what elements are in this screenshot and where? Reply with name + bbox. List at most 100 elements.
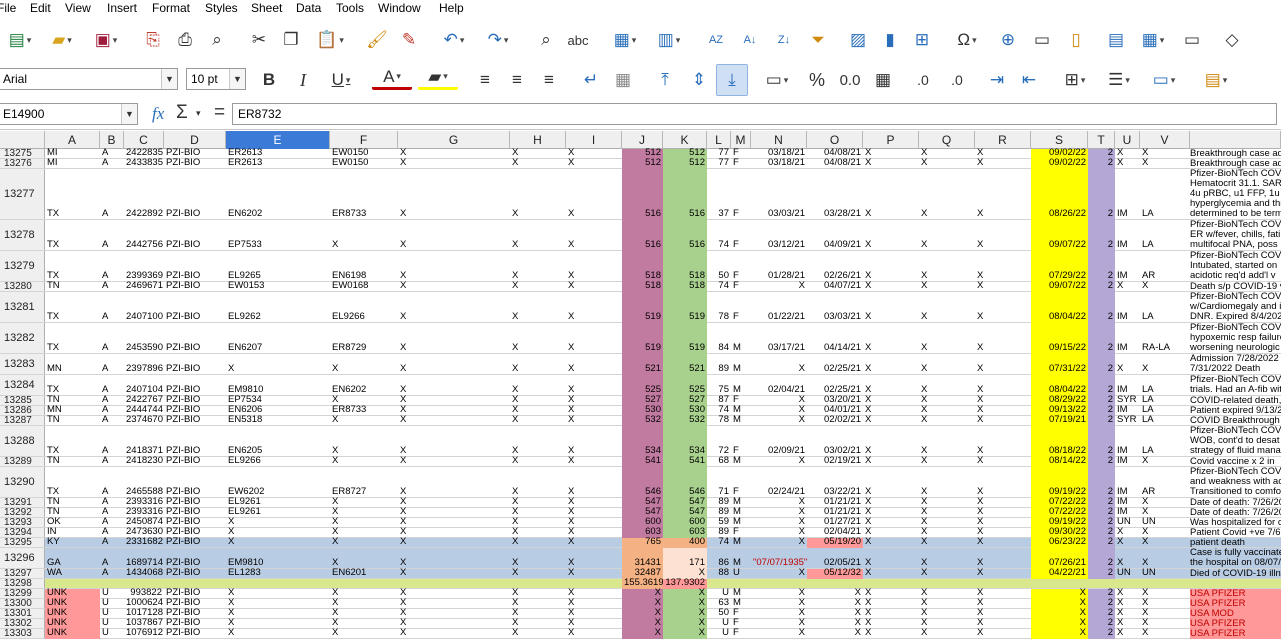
cell-i[interactable]: X	[566, 608, 622, 618]
row-icon[interactable]: ▦	[606, 26, 644, 54]
column-header-f[interactable]: F	[330, 131, 398, 149]
cell-b[interactable]: A	[100, 240, 124, 250]
cell-m[interactable]: U	[731, 568, 751, 578]
cell-g[interactable]: X	[398, 618, 510, 628]
cell-c[interactable]: 2407100	[124, 312, 164, 322]
cell-n[interactable]: X	[751, 395, 807, 405]
border-style-icon[interactable]: ☰	[1100, 66, 1138, 94]
cell-k[interactable]: 400	[663, 537, 707, 547]
cell-p[interactable]: X	[863, 507, 919, 517]
row-header[interactable]: 13289	[0, 457, 45, 467]
cell-l[interactable]: 68	[707, 456, 731, 466]
cell-g[interactable]: X	[398, 487, 510, 497]
cell-c[interactable]: 2433835	[124, 158, 164, 168]
cell-h[interactable]: X	[510, 608, 566, 618]
cell-v[interactable]: X	[1140, 456, 1190, 466]
cell-l[interactable]: 87	[707, 395, 731, 405]
cell-b[interactable]: A	[100, 497, 124, 507]
cell-w[interactable]: USA PFIZER	[1190, 599, 1281, 609]
cell-h[interactable]: X	[510, 209, 566, 219]
cell-b[interactable]: A	[100, 527, 124, 537]
cell-h[interactable]: X	[510, 446, 566, 456]
cell-j[interactable]: 155.3619	[622, 578, 663, 588]
freeze-rows-columns-icon[interactable]: ▦	[1134, 26, 1172, 54]
cell-s[interactable]: 07/31/22	[1031, 364, 1088, 374]
name-box[interactable]: E14900 ▼	[0, 103, 138, 125]
cell-p[interactable]: X	[863, 364, 919, 374]
menu-format[interactable]: Format	[152, 1, 190, 15]
cell-b[interactable]: A	[100, 405, 124, 415]
cell-l[interactable]: 74	[707, 537, 731, 547]
cell-b[interactable]: A	[100, 558, 124, 568]
sort-ascending-icon[interactable]: A↓	[736, 26, 764, 54]
cell-u[interactable]: X	[1115, 598, 1140, 608]
cell-q[interactable]: X	[919, 608, 975, 618]
cell-r[interactable]: X	[975, 568, 1031, 578]
column-header-d[interactable]: D	[164, 131, 226, 149]
column-header-b[interactable]: B	[100, 131, 124, 149]
cell-v[interactable]: X	[1140, 537, 1190, 547]
cell-k[interactable]: 547	[663, 497, 707, 507]
cell-g[interactable]: X	[398, 158, 510, 168]
cell-k[interactable]: 519	[663, 343, 707, 353]
cell-m[interactable]: F	[731, 608, 751, 618]
cell-r[interactable]: X	[975, 628, 1031, 638]
cell-f[interactable]: X	[330, 415, 398, 425]
cell-r[interactable]: X	[975, 312, 1031, 322]
cell-t[interactable]: 2	[1088, 271, 1115, 281]
cell-s[interactable]: 04/22/21	[1031, 568, 1088, 578]
cell-b[interactable]: A	[100, 456, 124, 466]
cell-i[interactable]: X	[566, 588, 622, 598]
cell-c[interactable]: 2422767	[124, 395, 164, 405]
column-header-r[interactable]: R	[975, 131, 1031, 149]
cell-s[interactable]: 09/15/22	[1031, 343, 1088, 353]
cell-s[interactable]: 08/14/22	[1031, 456, 1088, 466]
cell-d[interactable]: PZI-BIO	[164, 618, 226, 628]
cell-k[interactable]: 512	[663, 148, 707, 158]
cell-a[interactable]: MN	[45, 405, 100, 415]
cell-t[interactable]: 2	[1088, 209, 1115, 219]
row-header[interactable]: 13291	[0, 498, 45, 508]
cell-q[interactable]: X	[919, 456, 975, 466]
cell-g[interactable]: X	[398, 281, 510, 291]
cell-m[interactable]: M	[731, 558, 751, 568]
cell-n[interactable]: 01/28/21	[751, 271, 807, 281]
cell-p[interactable]: X	[863, 497, 919, 507]
menu-view[interactable]: View	[65, 1, 91, 15]
cell-p[interactable]: X	[863, 158, 919, 168]
cell-d[interactable]: PZI-BIO	[164, 312, 226, 322]
cell-j[interactable]: 600	[622, 517, 663, 527]
sort-descending-icon[interactable]: Z↓	[770, 26, 798, 54]
cell-v[interactable]: X	[1140, 608, 1190, 618]
column-header-e[interactable]: E	[226, 131, 330, 149]
row-header[interactable]: 13303	[0, 629, 45, 639]
cell-d[interactable]: PZI-BIO	[164, 588, 226, 598]
cell-b[interactable]: A	[100, 209, 124, 219]
column-header-o[interactable]: O	[807, 131, 863, 149]
cell-j[interactable]: 516	[622, 209, 663, 219]
cell-h[interactable]: X	[510, 568, 566, 578]
cell-n[interactable]: X	[751, 598, 807, 608]
chevron-down-icon[interactable]: ▼	[161, 69, 177, 89]
cell-p[interactable]: X	[863, 568, 919, 578]
column-header-k[interactable]: K	[663, 131, 707, 149]
cell-a[interactable]: UNK	[45, 588, 100, 598]
cell-a[interactable]: TN	[45, 415, 100, 425]
autofilter-icon[interactable]: ⏷	[804, 26, 832, 54]
cell-a[interactable]: UNK	[45, 598, 100, 608]
row-header[interactable]: 13275	[0, 149, 45, 159]
cell-q[interactable]: X	[919, 364, 975, 374]
cell-m[interactable]: M	[731, 415, 751, 425]
cell-r[interactable]: X	[975, 415, 1031, 425]
cell-f[interactable]: X	[330, 628, 398, 638]
cell-r[interactable]: X	[975, 507, 1031, 517]
cell-e[interactable]: EW0153	[226, 281, 330, 291]
cell-t[interactable]: 2	[1088, 487, 1115, 497]
cell-q[interactable]: X	[919, 385, 975, 395]
cell-w[interactable]: Breakthrough case ad	[1190, 159, 1281, 169]
cell-g[interactable]: X	[398, 558, 510, 568]
cell-u[interactable]: IM	[1115, 312, 1140, 322]
cell-d[interactable]: PZI-BIO	[164, 517, 226, 527]
cell-o[interactable]: 02/04/21	[807, 527, 863, 537]
cell-a[interactable]: MI	[45, 158, 100, 168]
